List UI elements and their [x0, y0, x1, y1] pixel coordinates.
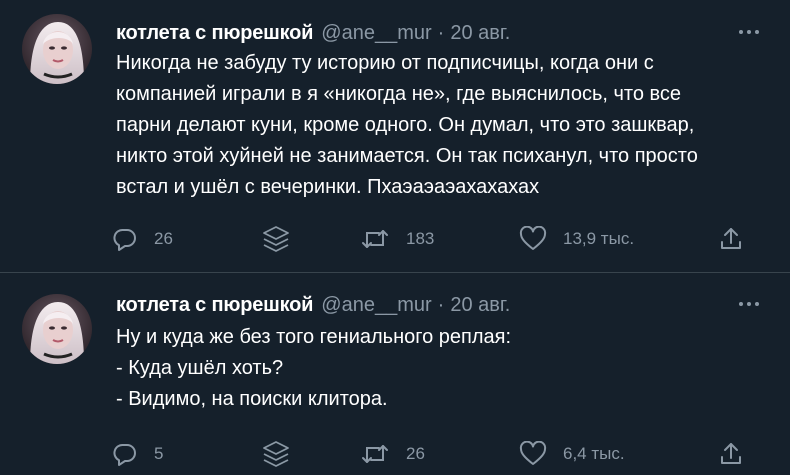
like-count: 6,4 тыс.	[563, 444, 625, 463]
share-button[interactable]	[718, 439, 744, 469]
tweet-header: котлета с пюрешкой @ane__mur · 20 авг.	[116, 20, 510, 46]
avatar[interactable]	[22, 14, 92, 84]
tweet-text: Никогда не забуду ту историю от подписчи…	[116, 48, 766, 203]
tweet-text-line: компанией играли в я «никогда не», где в…	[116, 83, 682, 105]
buffer-icon	[263, 441, 289, 467]
tweet-actions: 5 26 6,4 тыс.	[0, 439, 790, 469]
retweet-icon	[362, 445, 388, 463]
share-button[interactable]	[718, 224, 744, 254]
retweet-button[interactable]: 183	[360, 224, 434, 254]
reply-icon	[113, 444, 136, 466]
author-name[interactable]: котлета с пюрешкой	[116, 22, 313, 45]
reply-count: 26	[154, 229, 173, 248]
tweet-text-line: парни делают куни, кроме одного. Он дума…	[116, 114, 695, 136]
buffer-button[interactable]	[262, 439, 290, 469]
like-icon	[519, 226, 547, 250]
avatar[interactable]	[22, 294, 92, 364]
timeline: котлета с пюрешкой @ane__mur · 20 авг. Н…	[0, 0, 790, 475]
author-handle[interactable]: @ane__mur	[321, 294, 431, 317]
retweet-icon	[362, 230, 388, 248]
separator-dot: ·	[437, 293, 445, 316]
tweet-text: Ну и куда же без того гениального реплая…	[116, 322, 766, 415]
tweet-text-line: Ну и куда же без того гениального реплая…	[116, 326, 512, 348]
tweet-date[interactable]: 20 авг.	[450, 294, 510, 317]
like-count: 13,9 тыс.	[563, 229, 635, 248]
separator-dot: ·	[437, 21, 445, 44]
tweet-text-line: - Видимо, на поиски клитора.	[116, 388, 388, 410]
tweet-text-line: встал и ушёл с вечеринки. Пхаэаэаэахахах…	[116, 176, 540, 198]
reply-button[interactable]: 5	[112, 439, 163, 469]
retweet-count: 26	[406, 444, 425, 463]
tweet[interactable]: котлета с пюрешкой @ane__mur · 20 авг. Н…	[0, 0, 790, 273]
share-icon	[721, 228, 741, 249]
buffer-icon	[263, 226, 289, 252]
retweet-button[interactable]: 26	[360, 439, 425, 469]
reply-count: 5	[154, 444, 164, 463]
share-icon	[721, 443, 741, 464]
more-icon[interactable]	[736, 294, 762, 314]
tweet-text-line: - Куда ушёл хоть?	[116, 357, 284, 379]
tweet-actions: 26 183 13,9 тыс.	[0, 224, 790, 254]
like-icon	[519, 441, 547, 465]
tweet-header: котлета с пюрешкой @ane__mur · 20 авг.	[116, 292, 510, 318]
retweet-count: 183	[406, 229, 435, 248]
tweet-text-line: Никогда не забуду ту историю от подписчи…	[116, 52, 654, 74]
more-icon[interactable]	[736, 22, 762, 42]
reply-button[interactable]: 26	[112, 224, 173, 254]
author-name[interactable]: котлета с пюрешкой	[116, 294, 313, 317]
tweet[interactable]: котлета с пюрешкой @ane__mur · 20 авг. Н…	[0, 273, 790, 475]
like-button[interactable]: 13,9 тыс.	[519, 224, 634, 254]
buffer-button[interactable]	[262, 224, 290, 254]
like-button[interactable]: 6,4 тыс.	[519, 439, 625, 469]
tweet-text-line: никто этой хуйней не занимается. Он так …	[116, 145, 698, 167]
author-handle[interactable]: @ane__mur	[321, 22, 431, 45]
tweet-date[interactable]: 20 авг.	[450, 22, 510, 45]
reply-icon	[113, 229, 136, 251]
